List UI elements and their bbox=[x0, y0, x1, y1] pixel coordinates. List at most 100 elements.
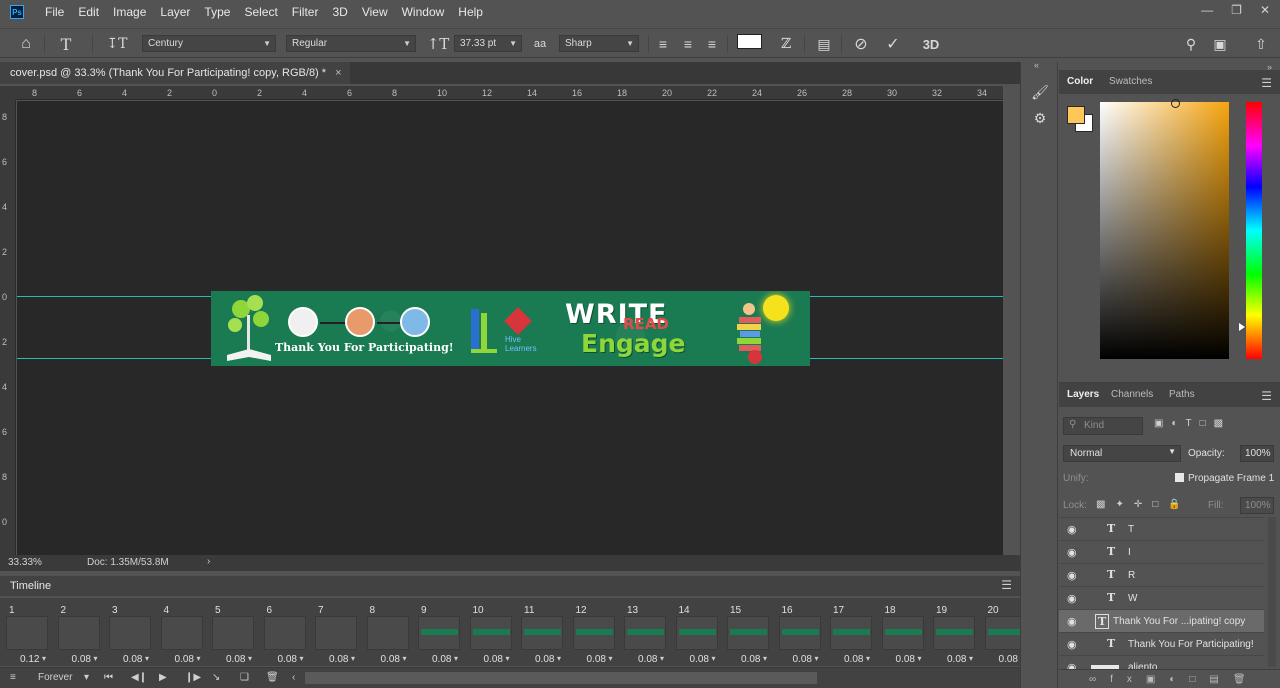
color-field[interactable] bbox=[1100, 102, 1229, 359]
chevron-down-icon[interactable]: ▾ bbox=[506, 654, 510, 663]
chevron-down-icon[interactable]: ▾ bbox=[969, 654, 973, 663]
panel-menu-icon[interactable]: ☰ bbox=[1261, 76, 1272, 90]
frame-delay[interactable]: 0.08 bbox=[947, 654, 966, 665]
opacity-field[interactable]: 100% bbox=[1240, 445, 1274, 462]
layer-row[interactable]: ◉ T W bbox=[1059, 586, 1264, 609]
foreground-color-swatch[interactable] bbox=[1067, 106, 1085, 124]
search-icon[interactable]: ⚲ bbox=[1181, 33, 1201, 55]
timeline-frame[interactable]: 2 0.08 ▾ bbox=[56, 602, 104, 665]
frame-thumbnail[interactable] bbox=[778, 616, 821, 650]
menu-select[interactable]: Select bbox=[237, 0, 284, 24]
frame-thumbnail[interactable] bbox=[57, 616, 100, 650]
chevron-down-icon[interactable]: ▾ bbox=[145, 654, 149, 663]
timeline-frame[interactable]: 17 0.08 ▾ bbox=[828, 602, 876, 665]
chevron-down-icon[interactable]: ▾ bbox=[660, 654, 664, 663]
timeline-frame[interactable]: 11 0.08 ▾ bbox=[519, 602, 567, 665]
timeline-frame[interactable]: 3 0.08 ▾ bbox=[107, 602, 155, 665]
layer-row[interactable]: ◉ T I bbox=[1059, 540, 1264, 563]
brush-icon[interactable]: 🖌 bbox=[1030, 82, 1050, 102]
hue-slider[interactable] bbox=[1246, 102, 1262, 359]
convert-icon[interactable]: ≡ bbox=[10, 672, 16, 683]
frame-delay[interactable]: 0.08 bbox=[587, 654, 606, 665]
frame-thumbnail[interactable] bbox=[366, 616, 409, 650]
font-family-dropdown[interactable]: Century ▼ bbox=[142, 35, 276, 52]
timeline-frame[interactable]: 7 0.08 ▾ bbox=[313, 602, 361, 665]
timeline-frame[interactable]: 16 0.08 ▾ bbox=[777, 602, 825, 665]
eye-icon[interactable]: ◉ bbox=[1067, 569, 1077, 582]
eye-icon[interactable]: ◉ bbox=[1067, 523, 1077, 536]
timeline-frame[interactable]: 18 0.08 ▾ bbox=[880, 602, 928, 665]
workspace-icon[interactable]: ▣ bbox=[1209, 33, 1231, 55]
frame-delay[interactable]: 0.08 bbox=[690, 654, 709, 665]
chevron-down-icon[interactable]: ▾ bbox=[403, 654, 407, 663]
frame-thumbnail[interactable] bbox=[675, 616, 718, 650]
timeline-frame[interactable]: 1 0.12 ▾ bbox=[4, 602, 52, 665]
timeline-frame[interactable]: 19 0.08 ▾ bbox=[931, 602, 979, 665]
color-picker-cursor[interactable] bbox=[1171, 99, 1180, 108]
frame-thumbnail[interactable] bbox=[212, 616, 254, 650]
timeline-frame[interactable]: 14 0.08 ▾ bbox=[674, 602, 722, 665]
ruler-corner[interactable] bbox=[0, 86, 16, 100]
frame-delay[interactable]: 0.08 bbox=[123, 654, 142, 665]
frame-delay[interactable]: 0.08 bbox=[638, 654, 657, 665]
frame-delay[interactable]: 0.08 bbox=[329, 654, 348, 665]
frame-delay[interactable]: 0.08 bbox=[175, 654, 194, 665]
chevron-down-icon[interactable]: ▾ bbox=[42, 654, 46, 663]
font-size-field[interactable]: 37.33 pt ▼ bbox=[454, 35, 522, 52]
loop-dropdown[interactable]: Forever bbox=[38, 672, 72, 683]
frame-thumbnail[interactable] bbox=[727, 616, 769, 650]
delete-frame-icon[interactable]: 🗑 bbox=[266, 672, 279, 683]
text-color-swatch[interactable] bbox=[737, 34, 762, 49]
chevron-down-icon[interactable]: ▾ bbox=[454, 654, 458, 663]
frame-thumbnail[interactable] bbox=[418, 616, 460, 650]
menu-file[interactable]: File bbox=[38, 0, 71, 24]
frame-delay[interactable]: 0.08 bbox=[381, 654, 400, 665]
blend-mode-dropdown[interactable]: Normal ▼ bbox=[1063, 445, 1181, 462]
warp-text-icon[interactable]: ℤ bbox=[776, 33, 796, 55]
layer-row[interactable]: ◉ T Thank You For ...ipating! copy bbox=[1059, 609, 1264, 632]
frame-thumbnail[interactable] bbox=[6, 616, 48, 650]
frame-thumbnail[interactable] bbox=[933, 616, 975, 650]
layers-footer-icons[interactable]: ∞fx▣◐□▤🗑 bbox=[1059, 669, 1280, 688]
tween-icon[interactable]: ↘ bbox=[212, 672, 220, 683]
tab-channels[interactable]: Channels bbox=[1111, 389, 1153, 400]
scroll-left-icon[interactable]: ‹ bbox=[292, 672, 295, 683]
frame-thumbnail[interactable] bbox=[263, 616, 306, 650]
frame-thumbnail[interactable] bbox=[624, 616, 666, 650]
menu-window[interactable]: Window bbox=[395, 0, 452, 24]
chevron-down-icon[interactable]: ▾ bbox=[918, 654, 922, 663]
frame-thumbnail[interactable] bbox=[572, 616, 615, 650]
collapse-icon[interactable]: « bbox=[1034, 60, 1039, 70]
chevron-down-icon[interactable]: ▾ bbox=[197, 654, 201, 663]
chevron-down-icon[interactable]: ▾ bbox=[248, 654, 252, 663]
chevron-down-icon[interactable]: ▾ bbox=[300, 654, 304, 663]
align-left-icon[interactable]: ≡ bbox=[653, 33, 673, 55]
frame-delay[interactable]: 0.08 bbox=[741, 654, 760, 665]
layer-filter-icons[interactable]: ▣◐T□▩ bbox=[1154, 418, 1231, 429]
font-style-dropdown[interactable]: Regular ▼ bbox=[286, 35, 416, 52]
timeline-title[interactable]: Timeline bbox=[10, 580, 51, 592]
frame-delay[interactable]: 0.08 bbox=[72, 654, 91, 665]
frame-thumbnail[interactable] bbox=[109, 616, 151, 650]
chevron-right-icon[interactable]: › bbox=[207, 556, 210, 567]
timeline-frame[interactable]: 8 0.08 ▾ bbox=[365, 602, 413, 665]
timeline-frame[interactable]: 15 0.08 ▾ bbox=[725, 602, 773, 665]
minimize-icon[interactable]: — bbox=[1201, 3, 1213, 17]
chevron-down-icon[interactable]: ▾ bbox=[763, 654, 767, 663]
play-icon[interactable]: ▶ bbox=[159, 672, 167, 683]
menu-view[interactable]: View bbox=[355, 0, 395, 24]
layer-row[interactable]: ◉ T R bbox=[1059, 563, 1264, 586]
close-icon[interactable]: ✕ bbox=[1260, 3, 1270, 17]
frame-thumbnail[interactable] bbox=[830, 616, 872, 650]
frame-thumbnail[interactable] bbox=[881, 616, 924, 650]
duplicate-frame-icon[interactable]: ❏ bbox=[240, 672, 249, 683]
menu-type[interactable]: Type bbox=[197, 0, 237, 24]
timeline-frame[interactable]: 9 0.08 ▾ bbox=[416, 602, 464, 665]
timeline-frame[interactable]: 10 0.08 ▾ bbox=[468, 602, 516, 665]
chevron-down-icon[interactable]: ▾ bbox=[84, 672, 89, 683]
menu-3d[interactable]: 3D bbox=[325, 0, 354, 24]
canvas-area[interactable]: Thank You For Participating! Hive Learner… bbox=[17, 101, 1003, 555]
first-frame-icon[interactable]: ⏮ bbox=[104, 672, 113, 683]
frame-delay[interactable]: 0.08 bbox=[226, 654, 245, 665]
chevron-down-icon[interactable]: ▾ bbox=[815, 654, 819, 663]
